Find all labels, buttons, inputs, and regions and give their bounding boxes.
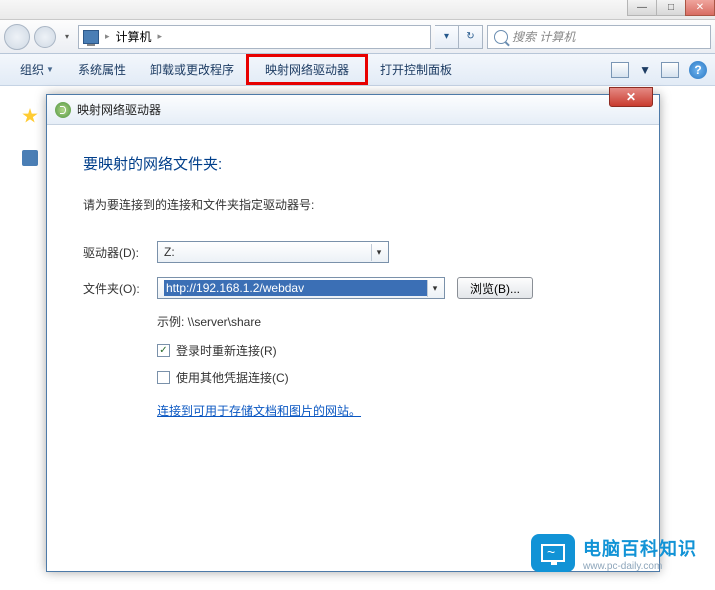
address-dropdown-button[interactable]: ▾: [435, 25, 459, 49]
maximize-button[interactable]: □: [656, 0, 686, 16]
toolbar-map-network-drive[interactable]: 映射网络驱动器: [246, 54, 368, 85]
other-creds-row: 使用其他凭据连接(C): [157, 369, 623, 386]
drive-row: 驱动器(D): Z: ▾: [83, 241, 623, 263]
toolbar-right: ▼ ?: [611, 61, 707, 79]
nav-history-dropdown[interactable]: ▾: [60, 31, 74, 43]
reconnect-checkbox[interactable]: ✓: [157, 344, 170, 357]
toolbar-uninstall[interactable]: 卸载或更改程序: [138, 54, 246, 85]
breadcrumb-sep-icon: ▸: [105, 31, 110, 42]
view-options-icon[interactable]: [611, 62, 629, 78]
computer-icon: [83, 30, 99, 44]
monitor-icon: [541, 544, 565, 562]
map-network-drive-dialog: 映射网络驱动器 ✕ 要映射的网络文件夹: 请为要连接到的连接和文件夹指定驱动器号…: [46, 94, 660, 572]
watermark-text: 电脑百科知识 www.pc-daily.com: [583, 535, 697, 572]
storage-website-link[interactable]: 连接到可用于存储文档和图片的网站。: [157, 402, 361, 419]
left-sidebar-partial: [22, 108, 38, 166]
preview-pane-icon[interactable]: [661, 62, 679, 78]
help-button[interactable]: ?: [689, 61, 707, 79]
watermark-icon: [531, 534, 575, 572]
dialog-titlebar: 映射网络驱动器 ✕: [47, 95, 659, 125]
watermark-url: www.pc-daily.com: [583, 561, 697, 572]
address-bar-row: ▾ ▸ 计算机 ▸ ▾ ↻ 搜索 计算机: [0, 20, 715, 54]
address-buttons: ▾ ↻: [435, 25, 483, 49]
chevron-down-icon[interactable]: ▼: [639, 63, 651, 77]
toolbar-system-properties[interactable]: 系统属性: [66, 54, 138, 85]
drive-label: 驱动器(D):: [83, 244, 157, 261]
window-titlebar: — □ ✕: [0, 0, 715, 20]
breadcrumb-location[interactable]: 计算机: [116, 28, 152, 45]
drive-combobox[interactable]: Z: ▾: [157, 241, 389, 263]
drive-value: Z:: [164, 245, 175, 259]
folder-combobox[interactable]: ▾: [157, 277, 445, 299]
dialog-title: 映射网络驱动器: [77, 101, 161, 118]
toolbar-control-panel[interactable]: 打开控制面板: [368, 54, 464, 85]
watermark: 电脑百科知识 www.pc-daily.com: [531, 534, 697, 572]
search-input[interactable]: 搜索 计算机: [487, 25, 711, 49]
nav-forward-button[interactable]: [34, 26, 56, 48]
dialog-close-button[interactable]: ✕: [609, 87, 653, 107]
network-drive-icon: [55, 102, 71, 118]
favorites-star-icon: [22, 108, 38, 124]
folder-input[interactable]: [164, 280, 427, 296]
folder-label: 文件夹(O):: [83, 280, 157, 297]
sidebar-icon: [22, 150, 38, 166]
reconnect-label: 登录时重新连接(R): [176, 342, 277, 359]
chevron-down-icon: ▼: [46, 65, 54, 74]
reconnect-row: ✓ 登录时重新连接(R): [157, 342, 623, 359]
search-icon: [494, 30, 508, 44]
search-placeholder: 搜索 计算机: [512, 28, 575, 45]
chevron-down-icon: ▾: [371, 244, 386, 261]
minimize-button[interactable]: —: [627, 0, 657, 16]
browse-button[interactable]: 浏览(B)...: [457, 277, 533, 299]
example-text: 示例: \\server\share: [157, 313, 623, 330]
nav-back-button[interactable]: [4, 24, 30, 50]
folder-row: 文件夹(O): ▾ 浏览(B)...: [83, 277, 623, 299]
close-button[interactable]: ✕: [685, 0, 715, 16]
window-controls: — □ ✕: [628, 0, 715, 16]
toolbar-organize-label: 组织: [20, 61, 44, 78]
breadcrumb-sep-icon[interactable]: ▸: [158, 31, 163, 42]
explorer-toolbar: 组织 ▼ 系统属性 卸载或更改程序 映射网络驱动器 打开控制面板 ▼ ?: [0, 54, 715, 86]
dialog-heading: 要映射的网络文件夹:: [83, 153, 623, 174]
toolbar-organize[interactable]: 组织 ▼: [8, 54, 66, 85]
other-creds-checkbox[interactable]: [157, 371, 170, 384]
dialog-subtitle: 请为要连接到的连接和文件夹指定驱动器号:: [83, 196, 623, 213]
address-box[interactable]: ▸ 计算机 ▸: [78, 25, 431, 49]
chevron-down-icon: ▾: [427, 280, 442, 297]
refresh-button[interactable]: ↻: [459, 25, 483, 49]
other-creds-label: 使用其他凭据连接(C): [176, 369, 289, 386]
dialog-body: 要映射的网络文件夹: 请为要连接到的连接和文件夹指定驱动器号: 驱动器(D): …: [47, 125, 659, 447]
watermark-title: 电脑百科知识: [583, 535, 697, 561]
